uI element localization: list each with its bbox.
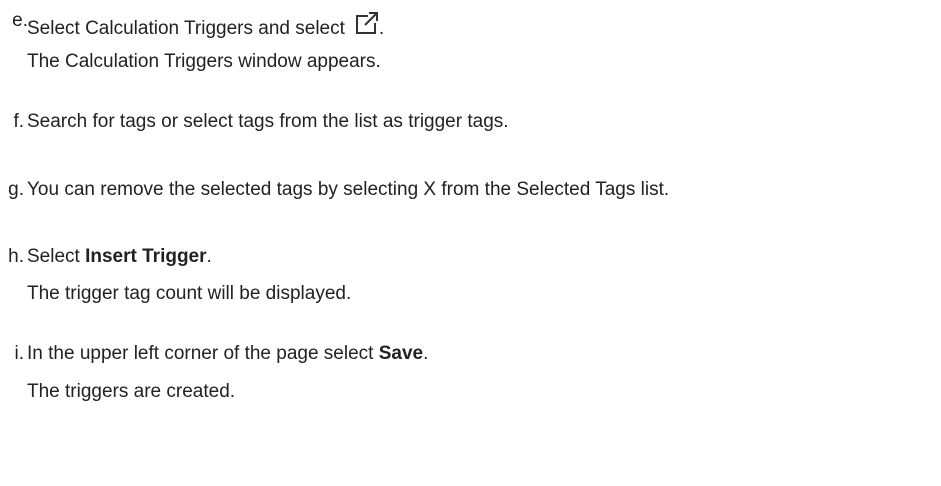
ui-term-insert-trigger: Insert Trigger [85, 246, 207, 267]
step-text: You can remove the selected tags by sele… [27, 179, 670, 200]
step-text-after: . [378, 18, 385, 39]
open-in-new-window-icon [353, 10, 379, 42]
step-text: Search for tags or select tags from the … [27, 111, 509, 132]
step-text-before: Select [27, 246, 86, 267]
step-text-after: . [206, 246, 212, 267]
step-marker: i. [14, 343, 25, 364]
step-text: Select Insert Trigger. [27, 246, 212, 268]
step-text: Select Calculation Triggers and select. [27, 10, 384, 42]
step-marker: e. [12, 10, 28, 31]
step-h-result: The trigger tag count will be displayed. [27, 283, 352, 304]
step-marker: g. [8, 179, 24, 200]
step-i-result: The triggers are created. [27, 381, 236, 402]
document-page: { "steps": [ { "marker": "e.", "text_bef… [0, 0, 941, 486]
step-text-after: . [423, 343, 429, 364]
step-marker: f. [13, 111, 24, 132]
step-text-before: In the upper left corner of the page sel… [27, 343, 379, 364]
ui-term-save: Save [378, 343, 424, 364]
step-marker: h. [8, 246, 24, 267]
step-text-before: Select Calculation Triggers and select [27, 18, 345, 39]
step-e-result: The Calculation Triggers window appears. [27, 51, 381, 72]
step-text: In the upper left corner of the page sel… [27, 343, 428, 365]
